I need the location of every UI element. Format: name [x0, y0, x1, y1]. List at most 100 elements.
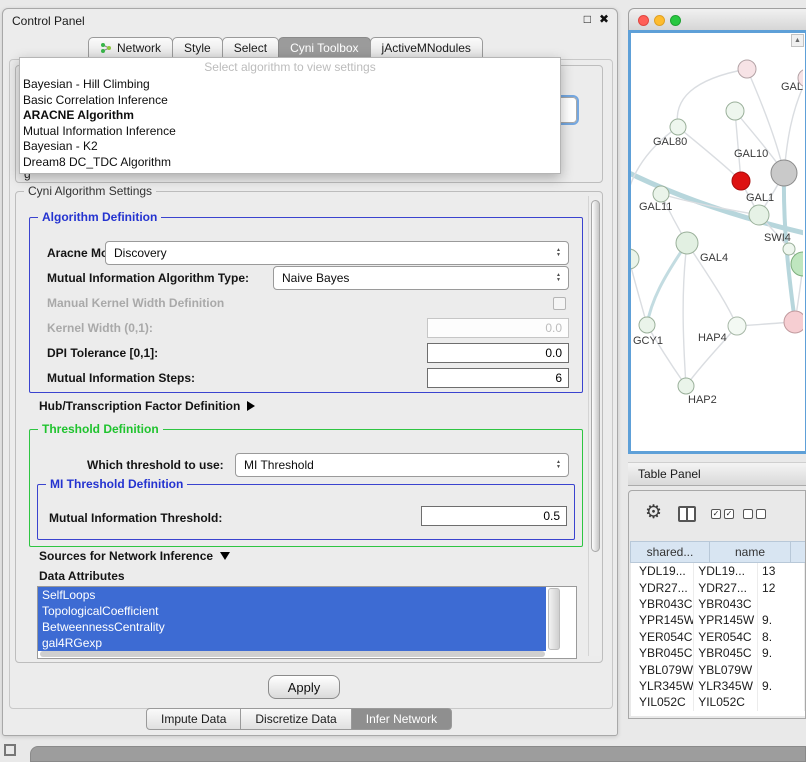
control-panel-window: Control Panel □ ✖ NetworkStyleSelectCyni…	[2, 8, 618, 736]
table-cell: YER054C	[631, 629, 694, 645]
tab-label: jActiveMNodules	[382, 41, 471, 55]
kernel-width-field[interactable]: 0.0	[427, 318, 569, 338]
deselect-all-icon[interactable]	[743, 509, 766, 519]
attribute-item-betweennesscentrality[interactable]: BetweennessCentrality	[38, 619, 546, 635]
apply-button[interactable]: Apply	[268, 675, 340, 699]
node-label-gal1: GAL1	[746, 192, 774, 204]
table-cell: YIL052C	[694, 694, 758, 710]
tab-cyni-toolbox[interactable]: Cyni Toolbox	[278, 37, 370, 59]
node-label-gal: GAL	[781, 81, 803, 93]
gear-icon[interactable]: ⚙	[645, 501, 662, 525]
tab-jactivemnodules[interactable]: jActiveMNodules	[370, 37, 483, 59]
table-cell	[758, 661, 805, 677]
tab-style[interactable]: Style	[172, 37, 223, 59]
attribute-item-selfloops[interactable]: SelfLoops	[38, 587, 546, 603]
network-node[interactable]	[783, 243, 795, 255]
network-window-titlebar[interactable]	[628, 8, 806, 30]
network-edge	[647, 243, 687, 325]
algorithm-option-dream8-dc-tdc-algorithm[interactable]: Dream8 DC_TDC Algorithm	[20, 155, 560, 171]
attribute-item-gal4rgexp[interactable]: gal4RGexp	[38, 635, 546, 651]
network-node[interactable]	[678, 378, 694, 394]
tab-label: Network	[117, 41, 161, 55]
mi-type-select[interactable]: Naive Bayes ▲▼	[273, 266, 569, 290]
dpi-tolerance-field[interactable]: 0.0	[427, 343, 569, 363]
network-view-window: GALGAL80GAL10GAL11GAL1SWI4GAL4GCY1HAP4HA…	[628, 8, 806, 454]
algorithm-option-bayesian-hill-climbing[interactable]: Bayesian - Hill Climbing	[20, 77, 560, 93]
network-canvas[interactable]: GALGAL80GAL10GAL11GAL1SWI4GAL4GCY1HAP4HA…	[628, 30, 806, 454]
column-header-name[interactable]: name	[709, 541, 791, 563]
select-all-icon[interactable]: ✓✓	[711, 509, 734, 519]
network-node[interactable]	[676, 232, 698, 254]
table-row[interactable]: YDR27...YDR27...12	[631, 579, 805, 595]
table-panel-header[interactable]: Table Panel	[628, 462, 806, 486]
data-attributes-list: SelfLoopsTopologicalCoefficientBetweenne…	[37, 586, 577, 659]
minimize-traffic-light[interactable]	[654, 15, 665, 26]
table-cell	[758, 694, 805, 710]
network-node[interactable]	[749, 205, 769, 225]
table-row[interactable]: YER054CYER054C8.	[631, 629, 805, 645]
column-header-2[interactable]	[790, 541, 806, 563]
which-threshold-value: MI Threshold	[244, 458, 314, 472]
hub-section-toggle[interactable]: Hub/Transcription Factor Definition	[39, 399, 255, 413]
network-node[interactable]	[791, 252, 803, 276]
panel-float-icon[interactable]	[4, 744, 16, 756]
table-row[interactable]: YBR043CYBR043C	[631, 596, 805, 612]
list-horizontal-scrollbar[interactable]	[40, 651, 545, 657]
scroll-up-icon[interactable]: ▲	[791, 34, 804, 47]
bottom-tab-infer-network[interactable]: Infer Network	[351, 708, 452, 730]
bottom-tab-discretize-data[interactable]: Discretize Data	[240, 708, 351, 730]
tab-select[interactable]: Select	[222, 37, 279, 59]
network-node[interactable]	[639, 317, 655, 333]
settings-group-title: Cyni Algorithm Settings	[24, 184, 156, 198]
network-node[interactable]	[728, 317, 746, 335]
sources-section-toggle[interactable]: Sources for Network Inference	[39, 549, 230, 563]
network-node[interactable]	[726, 102, 744, 120]
aracne-mode-select[interactable]: Discovery ▲▼	[105, 241, 569, 265]
algorithm-option-bayesian-k2[interactable]: Bayesian - K2	[20, 139, 560, 155]
triangle-right-icon	[247, 401, 255, 411]
table-row[interactable]: YBL079WYBL079W	[631, 661, 805, 677]
data-attributes-label: Data Attributes	[39, 569, 125, 583]
network-node[interactable]	[784, 311, 803, 333]
columns-icon[interactable]	[678, 506, 696, 522]
table-row[interactable]: YLR345WYLR345W9.	[631, 678, 805, 694]
column-header-shared[interactable]: shared...	[630, 541, 710, 563]
table-row[interactable]: YIL052CYIL052C	[631, 694, 805, 710]
settings-scrollbar[interactable]	[588, 196, 601, 656]
network-node[interactable]	[631, 249, 639, 269]
attribute-item-topologicalcoefficient[interactable]: TopologicalCoefficient	[38, 603, 546, 619]
table-row[interactable]: YPR145WYPR145W9.	[631, 612, 805, 628]
mi-threshold-field[interactable]: 0.5	[421, 506, 567, 526]
table-row[interactable]: YBR045CYBR045C9.	[631, 645, 805, 661]
bottom-tab-impute-data[interactable]: Impute Data	[146, 708, 241, 730]
mi-steps-label: Mutual Information Steps:	[47, 371, 195, 385]
network-node[interactable]	[771, 160, 797, 186]
close-traffic-light[interactable]	[638, 15, 649, 26]
table-cell: YBR045C	[694, 645, 758, 661]
table-cell	[758, 596, 805, 612]
network-node[interactable]	[738, 60, 756, 78]
close-window-icon[interactable]: ✖	[599, 12, 609, 26]
network-node[interactable]	[653, 186, 669, 202]
algorithm-option-basic-correlation-inference[interactable]: Basic Correlation Inference	[20, 93, 560, 109]
node-label-swi4: SWI4	[764, 232, 791, 244]
algorithm-option-mutual-information-inference[interactable]: Mutual Information Inference	[20, 124, 560, 140]
zoom-traffic-light[interactable]	[670, 15, 681, 26]
network-node[interactable]	[670, 119, 686, 135]
table-row[interactable]: YDL19...YDL19...13	[631, 563, 805, 579]
table-cell: YDR27...	[694, 579, 758, 595]
spinner-icon: ▲▼	[552, 270, 565, 286]
network-node[interactable]	[732, 172, 750, 190]
float-window-icon[interactable]: □	[584, 12, 591, 26]
manual-kernel-checkbox[interactable]	[553, 297, 566, 310]
sources-section-label: Sources for Network Inference	[39, 549, 213, 563]
table-cell: 9.	[758, 678, 805, 694]
control-panel-titlebar[interactable]: Control Panel	[3, 9, 617, 33]
list-vertical-scrollbar[interactable]	[548, 588, 560, 650]
tab-network[interactable]: Network	[88, 37, 173, 59]
table-cell: YER054C	[694, 629, 758, 645]
scrollbar-thumb[interactable]	[591, 200, 600, 552]
which-threshold-select[interactable]: MI Threshold ▲▼	[235, 453, 569, 477]
mi-steps-field[interactable]: 6	[427, 368, 569, 388]
algorithm-option-aracne-algorithm[interactable]: ARACNE Algorithm	[20, 108, 560, 124]
